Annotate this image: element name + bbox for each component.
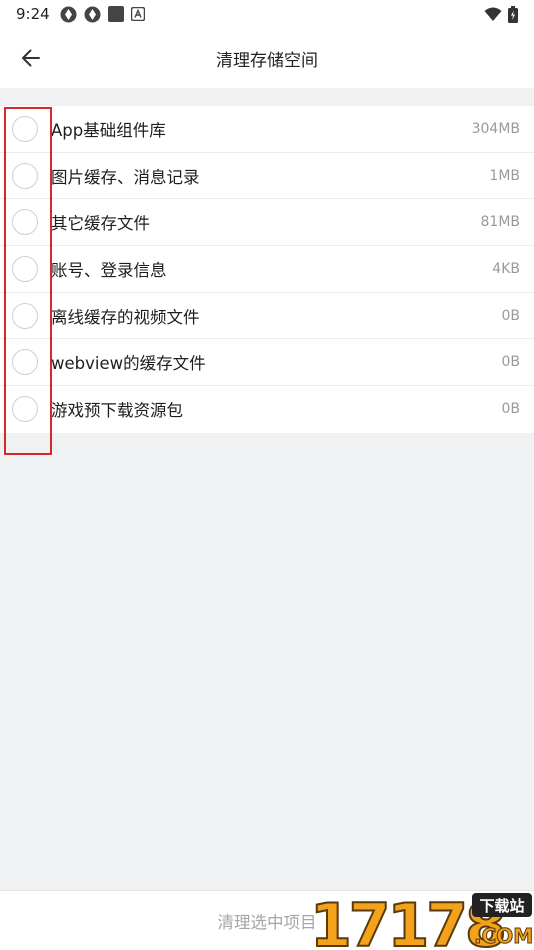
app-bar: 清理存储空间 [0,28,534,88]
list-item[interactable]: 图片缓存、消息记录 1MB [0,153,534,200]
radio-button[interactable] [12,302,38,329]
bottom-bar: 清理选中项目 [0,890,534,950]
list-item[interactable]: App基础组件库 304MB [0,106,534,153]
battery-icon [508,5,518,23]
notification-app-icon [84,6,101,22]
item-label: 账号、登录信息 [51,260,167,280]
radio-button[interactable] [12,209,38,236]
radio-button[interactable] [12,115,38,142]
status-bar: 9:24 [0,0,534,28]
radio-button[interactable] [12,162,38,189]
arrow-left-icon [22,49,40,67]
item-size: 81MB [480,214,521,231]
clean-selected-button[interactable]: 清理选中项目 [218,909,317,933]
page-title: 清理存储空间 [216,50,318,71]
item-size: 1MB [489,167,520,184]
storage-item-list: App基础组件库 304MB 图片缓存、消息记录 1MB 其它缓存文件 81MB… [0,106,534,433]
item-size: 4KB [492,260,520,277]
item-label: webview的缓存文件 [51,354,206,374]
notification-app-icon [60,6,77,22]
list-item[interactable]: 游戏预下载资源包 0B [0,386,534,433]
item-label: 离线缓存的视频文件 [51,307,200,327]
item-label: 游戏预下载资源包 [51,401,183,421]
status-time: 9:24 [16,5,50,23]
item-size: 0B [501,401,520,418]
back-button[interactable] [16,43,46,73]
notification-square-icon [107,6,124,22]
item-size: 0B [501,307,520,324]
radio-button[interactable] [12,349,38,376]
list-item[interactable]: 离线缓存的视频文件 0B [0,293,534,340]
radio-button[interactable] [12,255,38,282]
wifi-icon [484,7,502,21]
list-item[interactable]: 账号、登录信息 4KB [0,246,534,293]
item-label: 图片缓存、消息记录 [51,167,200,187]
item-size: 304MB [471,120,520,137]
notification-a-icon [130,7,145,21]
list-item[interactable]: 其它缓存文件 81MB [0,199,534,247]
item-label: App基础组件库 [51,120,166,140]
list-item[interactable]: webview的缓存文件 0B [0,339,534,387]
item-size: 0B [501,354,520,371]
item-label: 其它缓存文件 [51,214,150,234]
radio-button[interactable] [12,396,38,423]
